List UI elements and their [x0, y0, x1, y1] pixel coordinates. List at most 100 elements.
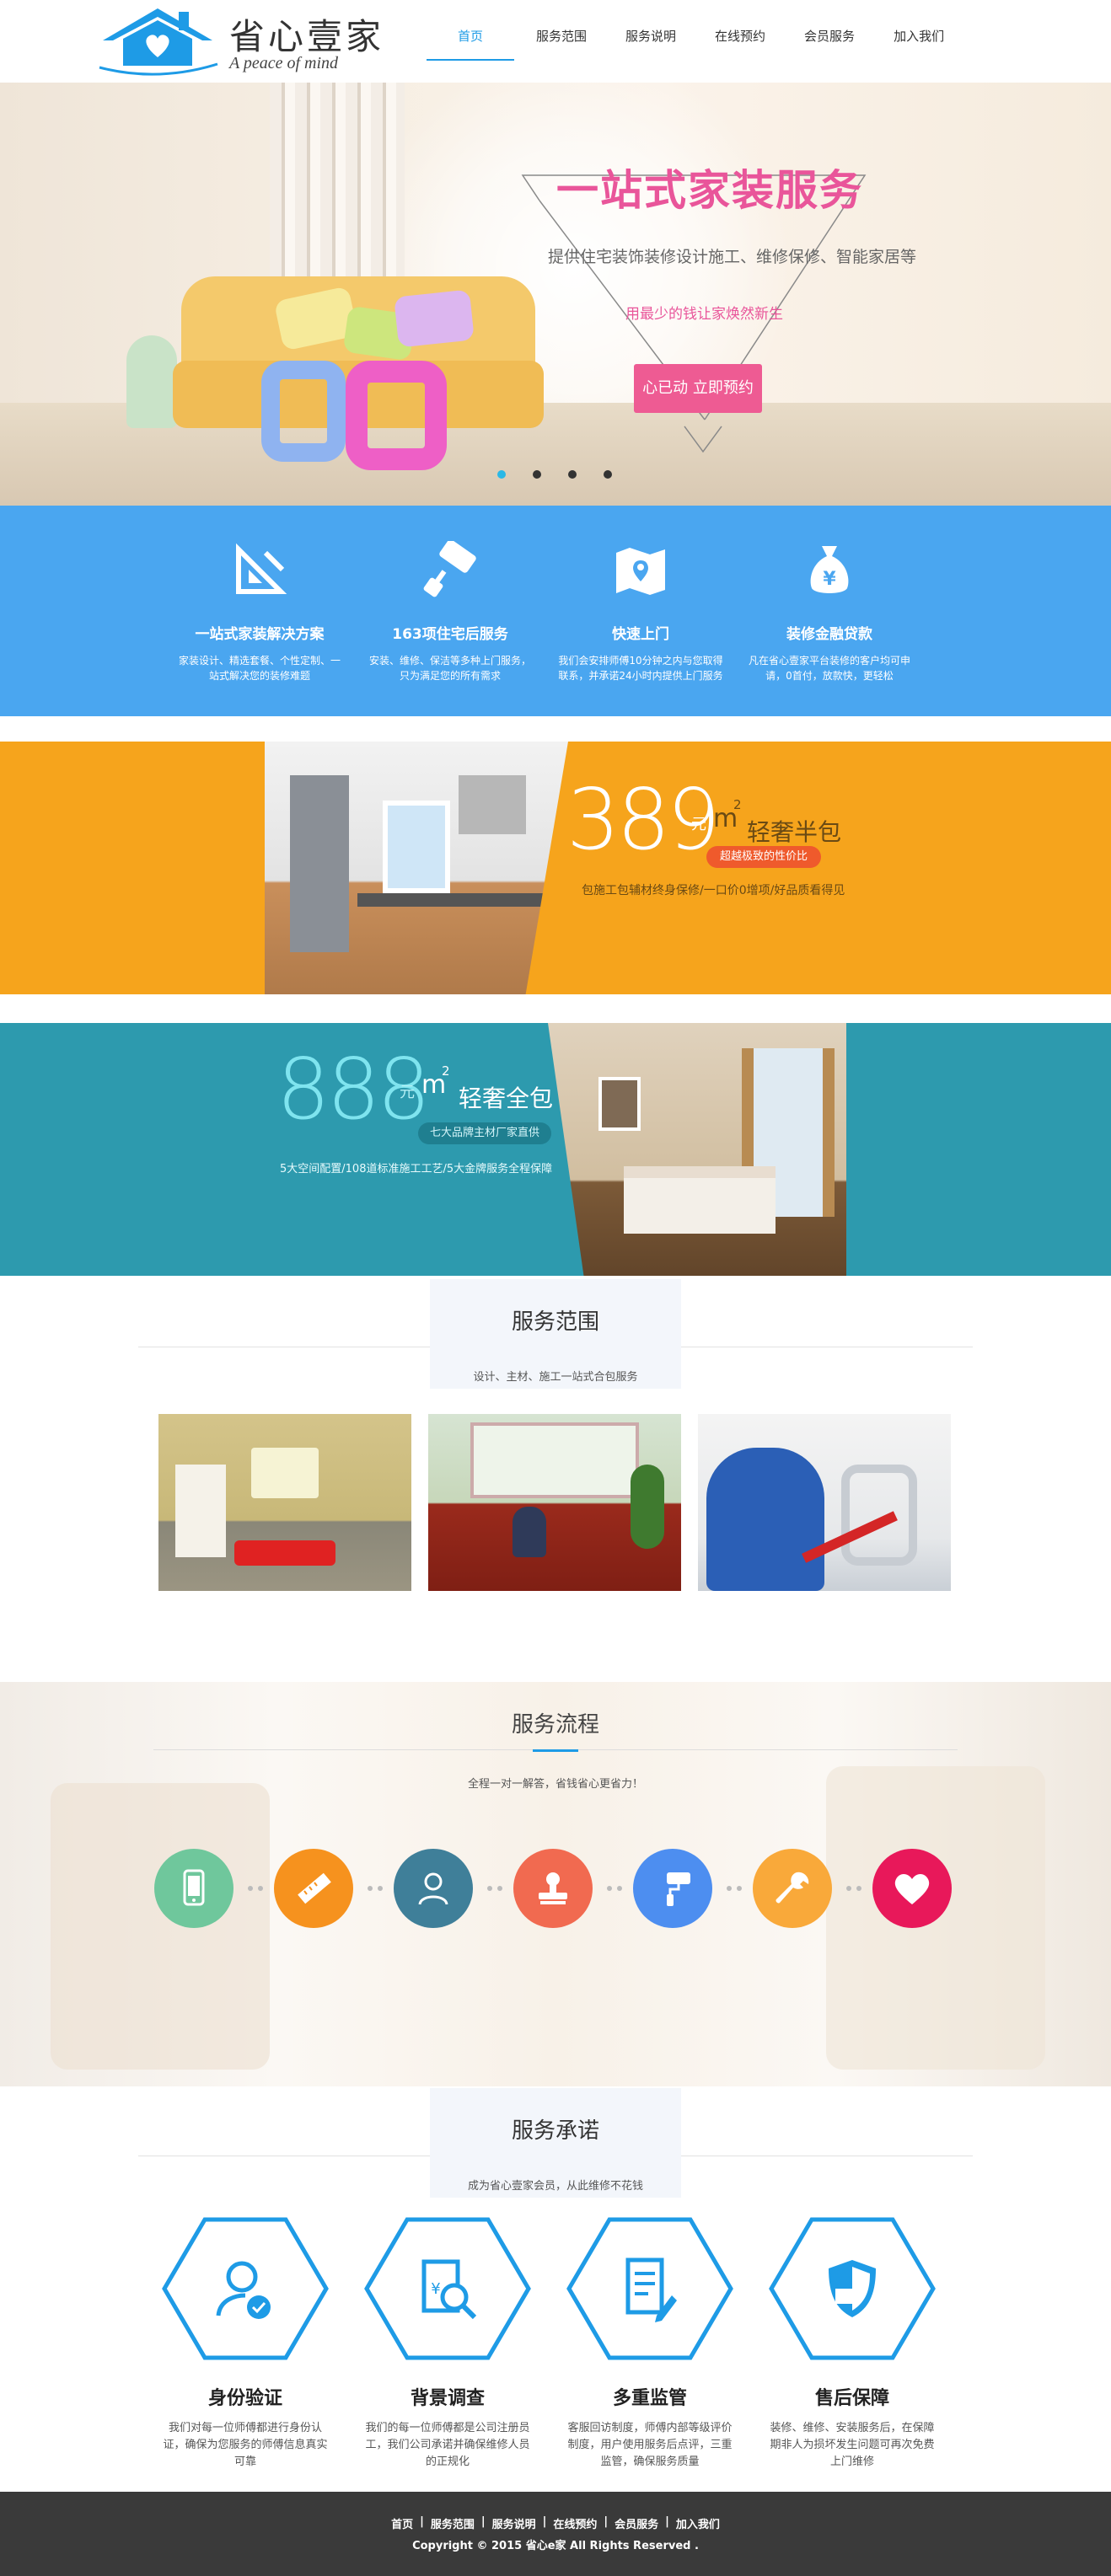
svg-text:¥: ¥ [431, 2280, 440, 2298]
step-connector [248, 1886, 253, 1891]
promise-item: ¥ 背景调查 我们的每一位师傅都是公司注册员工，我们公司承诺并确保维修人员的正规… [363, 2216, 532, 2471]
footer-separator: | [665, 2515, 669, 2528]
kitchen-hood [459, 775, 526, 834]
promise-title: 售后保障 [814, 2388, 889, 2409]
paint-roller-icon [423, 541, 476, 597]
promise-item: 身份验证 我们对每一位师傅都进行身份认证，确保为您服务的师傅信息真实可靠 [161, 2216, 330, 2471]
main-nav: 首页 服务范围 服务说明 在线预约 会员服务 加入我们 [427, 24, 966, 61]
step-connector [737, 1886, 742, 1891]
promise-item: 多重监管 客服回访制度，师傅内部等级评价制度，用户使用服务后点评，三重监管，确保… [566, 2216, 734, 2471]
footer-separator: | [604, 2515, 609, 2528]
footer-link-join-us[interactable]: 加入我们 [673, 2515, 723, 2531]
kitchen-image [265, 742, 568, 994]
feature-item: 快速上门 我们会安排师傅10分钟之内与您取得联系，并承诺24小时内提供上门服务 [556, 541, 725, 683]
promise-desc: 我们对每一位师傅都进行身份认证，确保为您服务的师傅信息真实可靠 [163, 2422, 328, 2468]
offer-tag: 七大品牌主材厂家直供 [418, 1122, 552, 1144]
living-room-image[interactable] [158, 1414, 411, 1591]
offer-unit-sup: 2 [733, 797, 742, 812]
nav-item-online-booking[interactable]: 在线预约 [698, 24, 782, 61]
step-connector [617, 1886, 622, 1891]
offer-label: 轻奢全包 [459, 1084, 554, 1112]
feature-desc: 我们会安排师傅10分钟之内与您取得联系，并承诺24小时内提供上门服务 [558, 655, 723, 682]
footer-link-member-service[interactable]: 会员服务 [611, 2515, 662, 2531]
paint-roller-icon [667, 1872, 690, 1906]
promise-title: 多重监管 [612, 2388, 687, 2409]
heart-icon [894, 1874, 930, 1904]
feature-desc: 凡在省心壹家平台装修的客户均可申请，0首付，放款快，更轻松 [748, 655, 910, 682]
bedroom-picture-frame [598, 1077, 641, 1131]
features-section: 一站式家装解决方案 家装设计、精选套餐、个性定制、一站式解决您的装修难题 163… [0, 506, 1111, 716]
footer-separator: | [542, 2515, 547, 2528]
document-supervision-icon [566, 2217, 733, 2360]
offer-banner-full-package[interactable]: 888 元 m 2 轻奢全包 七大品牌主材厂家直供 5大空间配置/108道标准施… [0, 1023, 1111, 1276]
hero-triangle-decoration [521, 174, 867, 453]
offer-desc: 包施工包辅材终身保修/一口价0增项/好品质看得见 [582, 884, 845, 897]
step-connector [497, 1886, 502, 1891]
promise-title: 背景调查 [410, 2388, 485, 2409]
shield-icon [769, 2217, 936, 2360]
wrench-icon [776, 1872, 809, 1904]
footer-link-home[interactable]: 首页 [388, 2515, 416, 2531]
section-subtitle: 设计、主材、施工一站式合包服务 [473, 1371, 638, 1384]
offer-unit-sup: 2 [442, 1063, 450, 1079]
carousel-dot[interactable] [568, 470, 577, 479]
book-now-button[interactable]: 心已动 立即预约 [634, 364, 762, 413]
feature-item: ¥ 装修金融贷款 凡在省心壹家平台装修的客户均可申请，0首付，放款快，更轻松 [745, 541, 914, 683]
step-connector [846, 1886, 851, 1891]
site-header: 省心壹家 A peace of mind 首页 服务范围 服务说明 在线预约 会… [0, 0, 1111, 83]
kitchen-window [383, 801, 450, 893]
footer-separator: | [420, 2515, 424, 2528]
process-step [394, 1849, 473, 1928]
promise-desc: 装修、维修、安装服务后，在保障期非人为损坏发生问题可再次免费上门维修 [770, 2422, 935, 2468]
nav-item-service-info[interactable]: 服务说明 [609, 24, 693, 61]
footer-link-online-booking[interactable]: 在线预约 [550, 2515, 600, 2531]
nav-item-service-scope[interactable]: 服务范围 [519, 24, 604, 61]
section-title-box: 服务承诺 成为省心壹家会员，从此维修不花钱 [430, 2088, 681, 2198]
offer-tag: 超越极致的性价比 [706, 846, 822, 868]
offer-currency: 元 [400, 1084, 415, 1101]
title-underline [533, 1749, 578, 1752]
promise-title: 身份验证 [207, 2388, 282, 2409]
section-title-box: 服务范围 设计、主材、施工一站式合包服务 [430, 1279, 681, 1389]
stamp-icon [539, 1872, 567, 1904]
id-verified-icon [162, 2217, 329, 2360]
scope-heading: 服务范围 设计、主材、施工一站式合包服务 [0, 1279, 1111, 1389]
plant [631, 1465, 664, 1549]
nav-item-member-service[interactable]: 会员服务 [787, 24, 872, 61]
carousel-dot[interactable] [533, 470, 541, 479]
phone-icon [183, 1869, 205, 1906]
section-subtitle: 全程一对一解答，省钱省心更省力！ [467, 1778, 643, 1791]
promise-desc: 客服回访制度，师傅内部等级评价制度，用户使用服务后点评，三重监管，确保服务质量 [567, 2422, 733, 2468]
footer-link-service-scope[interactable]: 服务范围 [427, 2515, 478, 2531]
feature-desc: 安装、维修、保洁等多种上门服务，只为满足您的所有需求 [368, 655, 531, 682]
nav-item-join-us[interactable]: 加入我们 [877, 24, 961, 61]
hero-subtitle: 提供住宅装饰装修设计施工、维修保修、智能家居等 [548, 248, 917, 266]
section-title: 服务流程 [511, 1712, 599, 1738]
person-icon [418, 1872, 448, 1905]
offer-banner-half-package[interactable]: 389 元 m 2 轻奢半包 超越极致的性价比 包施工包辅材终身保修/一口价0增… [0, 742, 1111, 994]
hero-banner: 一站式家装服务 提供住宅装饰装修设计施工、维修保修、智能家居等 用最少的钱让家焕… [0, 83, 1111, 506]
feature-desc: 家装设计、精选套餐、个性定制、一站式解决您的装修难题 [178, 655, 341, 682]
hero-tagline: 用最少的钱让家焕然新生 [625, 306, 783, 323]
worker [513, 1507, 546, 1557]
plumber-image[interactable] [698, 1414, 951, 1591]
background-blur [51, 1783, 270, 2070]
process-section: 服务流程 全程一对一解答，省钱省心更省力！ [0, 1682, 1111, 2086]
bedroom-bed [624, 1166, 776, 1234]
red-sofa [234, 1540, 335, 1566]
step-connector [856, 1886, 861, 1891]
promise-desc: 我们的每一位师傅都是公司注册员工，我们公司承诺并确保维修人员的正规化 [365, 2422, 530, 2468]
step-connector [727, 1886, 732, 1891]
promise-list: 身份验证 我们对每一位师傅都进行身份认证，确保为您服务的师傅信息真实可靠 ¥ 背… [0, 2216, 1111, 2494]
carousel-dot[interactable] [604, 470, 612, 479]
page: 省心壹家 A peace of mind 首页 服务范围 服务说明 在线预约 会… [0, 0, 1111, 2576]
footer-link-service-info[interactable]: 服务说明 [489, 2515, 539, 2531]
process-step [633, 1849, 712, 1928]
plumber [706, 1448, 824, 1591]
floor-install-image[interactable] [428, 1414, 681, 1591]
process-step [753, 1849, 832, 1928]
carousel-dot[interactable] [497, 470, 506, 479]
logo[interactable]: 省心壹家 A peace of mind [94, 5, 398, 76]
nav-item-home[interactable]: 首页 [427, 24, 514, 61]
footer-separator: | [480, 2515, 486, 2528]
